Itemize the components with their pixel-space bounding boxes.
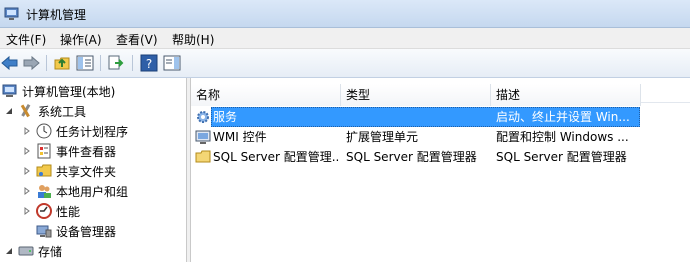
tree-label: 系统工具 (38, 104, 87, 119)
tree-item-local-users[interactable]: 本地用户和组 (22, 181, 128, 201)
cell-description: 启动、终止并设置 Win... (496, 110, 630, 124)
show-hide-tree-icon[interactable] (75, 53, 95, 73)
tree-item-computer-management[interactable]: 计算机管理(本地) (2, 81, 115, 101)
tree-label: 存储 (38, 244, 63, 259)
column-header-row: 名称 类型 描述 (191, 81, 690, 106)
list-item-wmi-control[interactable]: WMI 控件 扩展管理单元 配置和控制 Windows ... (191, 127, 690, 147)
computer-icon (2, 83, 18, 99)
column-header-description[interactable]: 描述 (491, 84, 641, 106)
tools-icon (18, 103, 34, 119)
menu-bar: 文件(F) 操作(A) 查看(V) 帮助(H) (0, 28, 690, 49)
tree-label: 性能 (56, 204, 81, 219)
tree-item-task-scheduler[interactable]: 任务计划程序 (22, 121, 128, 141)
expand-arrow-icon[interactable] (22, 186, 32, 196)
tree-item-storage[interactable]: 存储 (4, 241, 62, 261)
export-list-icon[interactable] (106, 53, 126, 73)
details-list: 名称 类型 描述 服务 启动、终止并设置 Win... WMI 控件 扩展管理单… (191, 78, 690, 262)
show-hide-action-pane-icon[interactable] (162, 53, 182, 73)
column-header-name[interactable]: 名称 (191, 84, 341, 106)
title-bar: 计算机管理 (0, 0, 690, 28)
menu-view[interactable]: 查看(V) (116, 31, 158, 48)
cell-description: SQL Server 配置管理器 (496, 150, 627, 164)
storage-icon (18, 243, 34, 259)
tree-item-event-viewer[interactable]: 事件查看器 (22, 141, 116, 161)
expand-arrow-icon[interactable] (22, 126, 32, 136)
tree-label: 计算机管理(本地) (22, 84, 116, 99)
cell-name: WMI 控件 (213, 130, 267, 144)
menu-action[interactable]: 操作(A) (60, 31, 102, 48)
wmi-control-icon (195, 127, 211, 147)
tree-label: 共享文件夹 (56, 164, 117, 179)
tree-item-system-tools[interactable]: 系统工具 (4, 101, 86, 121)
cell-type: 扩展管理单元 (346, 130, 419, 144)
help-icon[interactable]: ? (139, 53, 159, 73)
device-manager-icon (36, 223, 52, 239)
collapse-arrow-icon[interactable] (4, 246, 14, 256)
clock-icon (36, 123, 52, 139)
expand-arrow-icon[interactable] (22, 146, 32, 156)
tree-item-performance[interactable]: 性能 (22, 201, 80, 221)
toolbar: ? (0, 49, 690, 78)
cell-type: SQL Server 配置管理器 (346, 150, 477, 164)
up-folder-icon[interactable] (52, 53, 72, 73)
column-header-type[interactable]: 类型 (341, 84, 491, 106)
computer-management-icon (4, 6, 20, 22)
expand-arrow-icon[interactable] (22, 166, 32, 176)
menu-file[interactable]: 文件(F) (6, 31, 46, 48)
users-icon (36, 183, 52, 199)
tree-label: 事件查看器 (56, 144, 117, 159)
list-item-sql-server[interactable]: SQL Server 配置管理... SQL Server 配置管理器 SQL … (191, 147, 690, 167)
event-viewer-icon (36, 143, 52, 159)
tree-label: 设备管理器 (56, 224, 117, 239)
window-title: 计算机管理 (26, 8, 87, 22)
cell-name: SQL Server 配置管理... (213, 150, 339, 164)
tree-item-device-manager[interactable]: 设备管理器 (36, 221, 116, 241)
list-item-services[interactable]: 服务 启动、终止并设置 Win... (191, 107, 690, 127)
tree-label: 任务计划程序 (56, 124, 129, 139)
navigation-tree: 计算机管理(本地) 系统工具 任务计划程序 事件查看器 共享文件夹 本地用户和组… (0, 78, 187, 262)
back-icon[interactable] (0, 53, 20, 73)
services-gear-icon (195, 107, 211, 127)
tree-label: 本地用户和组 (56, 184, 129, 199)
cell-type (346, 107, 486, 127)
collapse-arrow-icon[interactable] (4, 106, 14, 116)
tree-item-shared-folders[interactable]: 共享文件夹 (22, 161, 116, 181)
expand-arrow-icon[interactable] (22, 206, 32, 216)
cell-name: 服务 (213, 110, 238, 124)
performance-icon (36, 203, 52, 219)
cell-description: 配置和控制 Windows ... (496, 130, 629, 144)
menu-help[interactable]: 帮助(H) (172, 31, 214, 48)
shared-folder-icon (36, 163, 52, 179)
svg-text:?: ? (146, 57, 152, 71)
forward-icon[interactable] (21, 53, 41, 73)
folder-icon (195, 147, 211, 167)
